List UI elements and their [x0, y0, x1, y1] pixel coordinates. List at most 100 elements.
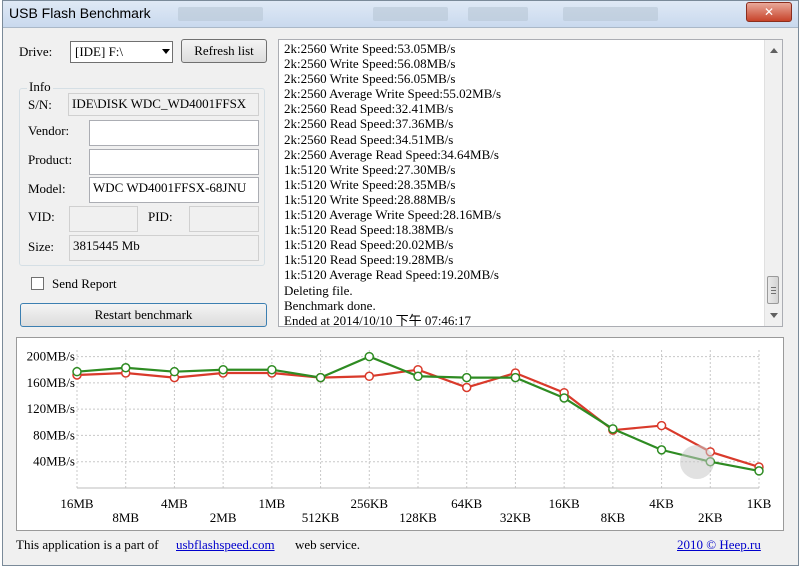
log-line: Deleting file. — [284, 282, 353, 298]
series-point — [656, 445, 667, 455]
pid-field[interactable] — [189, 206, 259, 232]
product-label: Product: — [28, 152, 73, 167]
log-line: 2k:2560 Average Write Speed:55.02MB/s — [284, 86, 502, 102]
series-point — [461, 372, 472, 383]
log-line: 2k:2560 Average Read Speed:34.64MB/s — [284, 146, 499, 162]
usbflashspeed-link[interactable]: usbflashspeed.com — [176, 537, 275, 553]
blurred-title-area — [563, 7, 658, 21]
series-point — [315, 372, 326, 383]
log-line: 1k:5120 Write Speed:28.35MB/s — [284, 176, 456, 192]
grip-line — [771, 293, 776, 294]
sn-field[interactable]: IDE\DISK WDC_WD4001FFSX — [68, 93, 259, 116]
series-point — [72, 366, 82, 377]
grip-line — [771, 287, 776, 288]
log-line: Benchmark done. — [284, 297, 376, 313]
log-line: 1k:5120 Average Write Speed:28.16MB/s — [284, 207, 502, 223]
series-point — [461, 382, 472, 393]
series-point — [218, 364, 228, 375]
drive-select-value: [IDE] F:\ — [75, 44, 124, 59]
x-tick-label: 4KB — [649, 496, 674, 511]
log-line: 2k:2560 Write Speed:53.05MB/s — [284, 41, 456, 56]
log-line: 2k:2560 Write Speed:56.05MB/s — [284, 71, 456, 87]
size-field[interactable]: 3815445 Mb — [69, 235, 259, 261]
send-report-label: Send Report — [52, 276, 117, 291]
info-group-title: Info — [27, 79, 53, 95]
vendor-field[interactable] — [89, 120, 259, 146]
product-field[interactable] — [89, 149, 259, 175]
series-point — [120, 362, 131, 373]
log-line: 2k:2560 Read Speed:34.51MB/s — [284, 131, 454, 147]
close-button[interactable]: ✕ — [746, 2, 792, 22]
x-tick-label: 2KB — [698, 510, 723, 525]
model-label: Model: — [28, 181, 66, 196]
grip-line — [771, 290, 776, 291]
blurred-title-area — [468, 7, 528, 21]
blurred-title-area — [373, 7, 448, 21]
x-tick-label: 1MB — [258, 496, 285, 511]
x-tick-label: 1KB — [747, 496, 772, 511]
scroll-thumb[interactable] — [767, 276, 779, 304]
model-field[interactable]: WDC WD4001FFSX-68JNU — [89, 177, 259, 203]
log-line: 1k:5120 Read Speed:19.28MB/s — [284, 252, 454, 268]
speed-chart-panel: 200MB/s 160MB/s 120MB/s 80MB/s 40MB/s 16MB 8MB… — [16, 337, 784, 531]
x-tick-label: 16KB — [549, 496, 580, 511]
y-tick-label: 120MB/s — [27, 401, 75, 416]
x-tick-label: 8MB — [112, 510, 139, 525]
heep-credit-link[interactable]: 2010 © Heep.ru — [677, 537, 761, 553]
log-line: Ended at 2014/10/10 下午 07:46:17 — [284, 312, 472, 327]
log-line: 1k:5120 Read Speed:18.38MB/s — [284, 222, 454, 238]
x-tick-label: 4MB — [161, 496, 188, 511]
x-tick-label: 2MB — [210, 510, 237, 525]
y-tick-label: 40MB/s — [33, 454, 75, 469]
sn-label: S/N: — [28, 97, 52, 112]
series-point — [510, 372, 521, 383]
y-tick-label: 200MB/s — [27, 349, 75, 364]
restart-benchmark-button[interactable]: Restart benchmark — [20, 303, 267, 327]
status-prefix: This application is a part of — [16, 537, 159, 552]
x-tick-label: 512KB — [302, 510, 340, 525]
pid-label: PID: — [148, 209, 173, 224]
watermark-logo — [680, 445, 714, 479]
log-line: 2k:2560 Read Speed:37.36MB/s — [284, 116, 454, 132]
window-title: USB Flash Benchmark — [9, 5, 151, 21]
series-point — [413, 371, 423, 382]
series-point — [169, 366, 180, 377]
log-lines: 2k:2560 Write Speed:53.05MB/s 2k:2560 Wri… — [284, 41, 502, 327]
vid-field[interactable] — [69, 206, 138, 232]
chevron-down-icon — [162, 49, 170, 54]
log-line: 2k:2560 Read Speed:32.41MB/s — [284, 101, 454, 117]
x-tick-label: 32KB — [500, 510, 531, 525]
x-tick-label: 16MB — [60, 496, 94, 511]
series-point — [754, 466, 764, 476]
drive-select[interactable]: [IDE] F:\ — [70, 41, 173, 63]
series-point — [364, 371, 375, 382]
scroll-up-icon[interactable] — [770, 48, 778, 53]
drive-label: Drive: — [19, 44, 53, 59]
x-tick-label: 64KB — [451, 496, 482, 511]
speed-chart: 200MB/s 160MB/s 120MB/s 80MB/s 40MB/s 16MB 8MB… — [27, 349, 772, 525]
blurred-title-area — [178, 7, 263, 21]
close-icon: ✕ — [763, 5, 775, 19]
log-line: 1k:5120 Write Speed:27.30MB/s — [284, 161, 456, 177]
y-tick-label: 80MB/s — [33, 427, 75, 442]
series-point — [608, 424, 618, 434]
log-line: 2k:2560 Write Speed:56.08MB/s — [284, 56, 456, 72]
x-tick-label: 8KB — [601, 510, 626, 525]
log-line: 1k:5120 Average Read Speed:19.20MB/s — [284, 267, 499, 283]
series-point — [559, 393, 569, 403]
log-line: 1k:5120 Read Speed:20.02MB/s — [284, 237, 454, 253]
vendor-label: Vendor: — [28, 123, 70, 138]
status-suffix: web service. — [295, 537, 360, 552]
scroll-down-icon[interactable] — [770, 313, 778, 318]
refresh-list-button[interactable]: Refresh list — [181, 39, 267, 63]
log-scrollbar[interactable] — [764, 40, 782, 326]
benchmark-log[interactable]: 2k:2560 Write Speed:53.05MB/s 2k:2560 Wri… — [278, 39, 783, 327]
series-point — [656, 420, 667, 431]
send-report-checkbox[interactable] — [31, 277, 44, 290]
series-point — [364, 351, 375, 362]
x-tick-label: 256KB — [351, 496, 389, 511]
vid-label: VID: — [28, 209, 55, 224]
log-line: 1k:5120 Write Speed:28.88MB/s — [284, 191, 456, 207]
size-label: Size: — [28, 239, 54, 254]
title-bar[interactable]: USB Flash Benchmark ✕ — [3, 1, 798, 28]
